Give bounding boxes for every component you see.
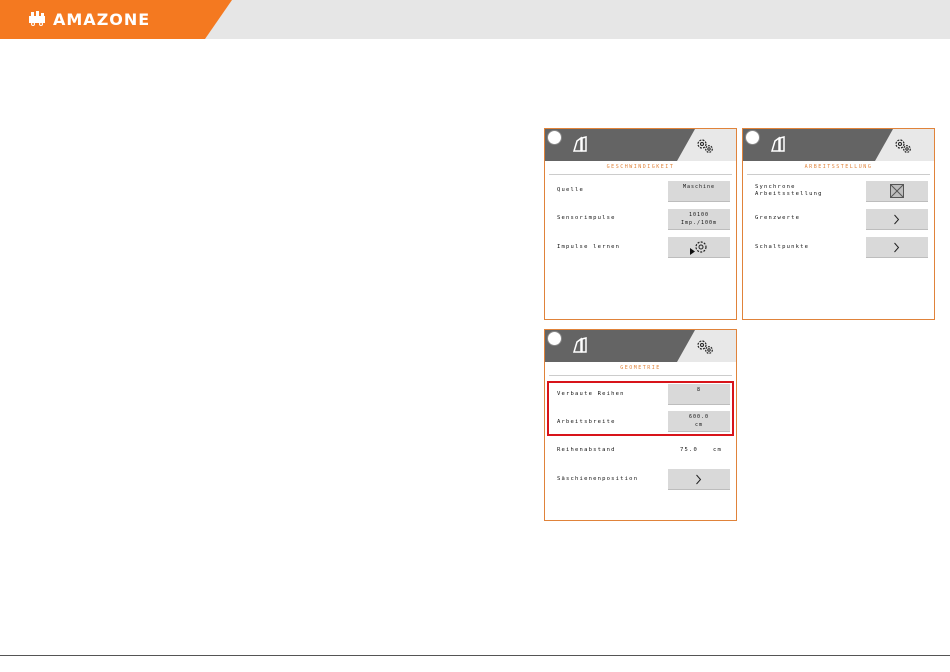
machine-icon <box>572 337 587 353</box>
sensor-impulses-button[interactable]: 10100 Imp./100m <box>668 209 730 230</box>
source-button[interactable]: Maschine <box>668 181 730 202</box>
status-circle <box>547 331 562 346</box>
limits-button[interactable] <box>866 209 928 230</box>
machine-icon <box>572 136 587 152</box>
sync-work-position-checkbox[interactable] <box>866 181 928 202</box>
status-circle <box>745 130 760 145</box>
screen-work-position: ARBEITSSTELLUNG Synchrone Arbeitsstellun… <box>742 128 935 320</box>
row-label-seed-rail-position: Säschienenposition <box>557 476 639 482</box>
row-label-learn-impulses: Impulse lernen <box>557 244 621 250</box>
screen-header <box>545 330 736 362</box>
machine-icon <box>770 136 785 152</box>
row-label-sync-work-position: Synchrone Arbeitsstellung <box>755 184 823 197</box>
title-divider <box>549 174 732 175</box>
settings-gear-icon[interactable] <box>892 137 914 155</box>
amazone-logo-icon <box>29 11 45 26</box>
screen-header <box>743 129 934 161</box>
title-divider <box>549 375 732 376</box>
switch-points-button[interactable] <box>866 237 928 258</box>
row-label-switch-points: Schaltpunkte <box>755 244 810 250</box>
row-label-source: Quelle <box>557 187 585 193</box>
button-value: Maschine <box>682 184 716 190</box>
settings-gear-icon[interactable] <box>694 137 716 155</box>
row-spacing-value: 75.0 <box>680 447 699 453</box>
screen-title: GESCHWINDIGKEIT <box>606 164 675 170</box>
row-label-limits: Grenzwerte <box>755 215 801 221</box>
row-spacing-unit: cm <box>713 447 723 453</box>
highlight-frame <box>547 381 734 436</box>
brand-banner: AMAZONE <box>0 0 232 39</box>
play-gear-icon <box>690 241 707 255</box>
row-label-sensor-impulses: Sensorimpulse <box>557 215 616 221</box>
learn-impulses-button[interactable] <box>668 237 730 258</box>
brand-name: AMAZONE <box>53 10 151 29</box>
screen-speed: GESCHWINDIGKEIT Quelle Maschine Sensorim… <box>544 128 737 320</box>
footer-divider <box>0 655 950 656</box>
seed-rail-position-button[interactable] <box>668 469 730 490</box>
row-label-row-spacing: Reihenabstand <box>557 447 616 453</box>
screen-title: GEOMETRIE <box>620 365 661 371</box>
chevron-right-icon <box>894 214 900 225</box>
screen-title: ARBEITSSTELLUNG <box>804 164 873 170</box>
button-value: 10100 <box>688 212 710 218</box>
screen-header <box>545 129 736 161</box>
chevron-right-icon <box>894 242 900 253</box>
status-circle <box>547 130 562 145</box>
button-unit: Imp./100m <box>680 220 718 226</box>
screen-geometry: GEOMETRIE Verbaute Reihen 8 Arbeitsbreit… <box>544 329 737 521</box>
title-divider <box>747 174 930 175</box>
settings-gear-icon[interactable] <box>694 338 716 356</box>
checkbox-x-icon <box>890 184 904 198</box>
chevron-right-icon <box>696 474 702 485</box>
